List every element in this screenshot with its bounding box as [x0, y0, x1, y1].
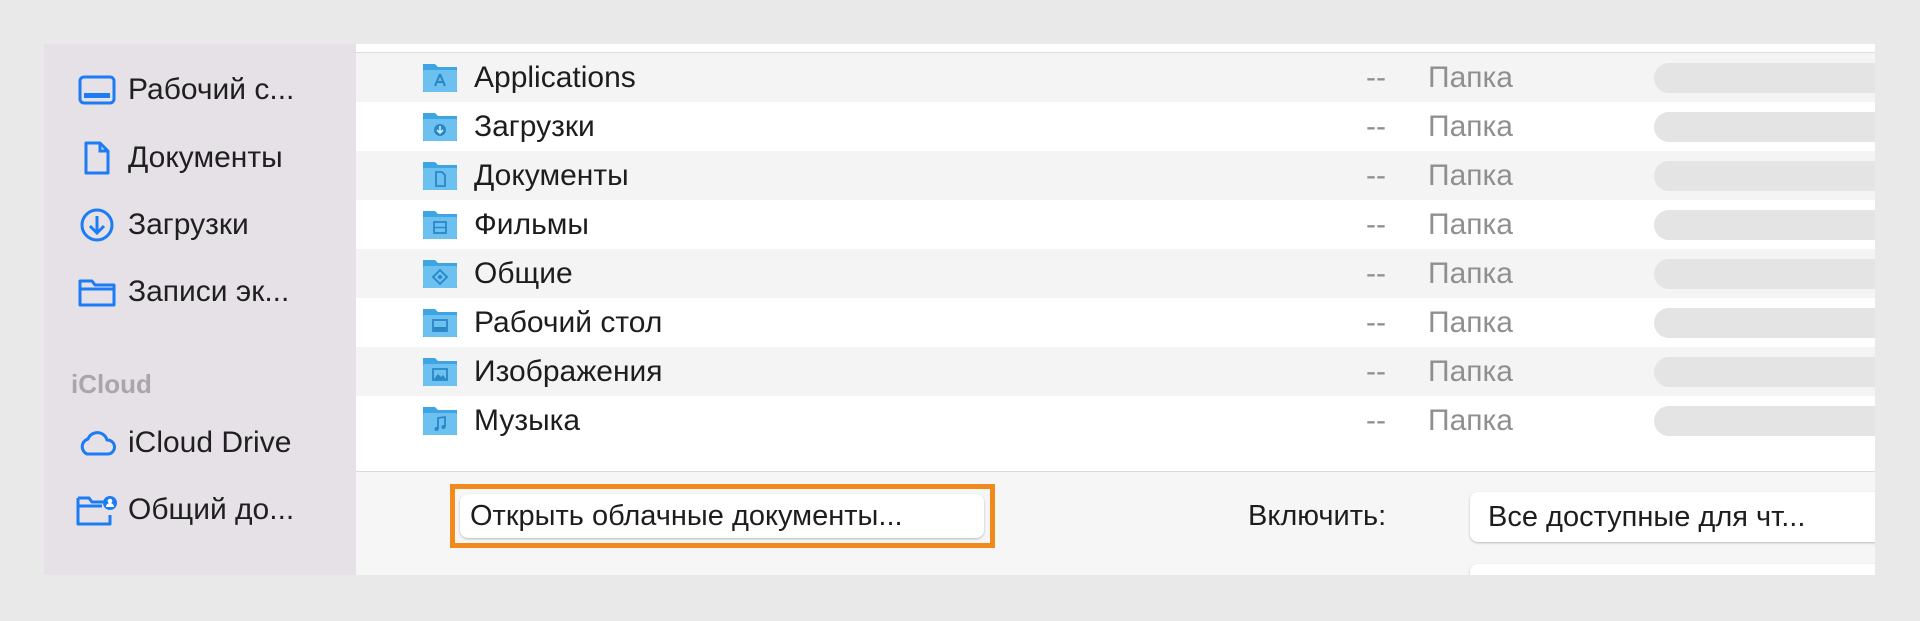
sidebar-section-icloud: iCloud	[71, 369, 152, 399]
file-list: Applications -- Папка Загрузки -- Папка …	[356, 44, 1875, 575]
date-placeholder	[1654, 308, 1875, 338]
shared-folder-icon	[76, 489, 118, 531]
sidebar-item-documents[interactable]: Документы	[76, 132, 283, 184]
file-row-public[interactable]: Общие -- Папка	[356, 249, 1875, 298]
open-cloud-documents-button[interactable]: Открыть облачные документы...	[460, 494, 984, 538]
document-icon	[76, 137, 118, 179]
file-size: --	[1366, 355, 1386, 388]
file-name: Рабочий стол	[474, 306, 663, 339]
file-size: --	[1366, 257, 1386, 290]
sidebar-item-label: Записи эк...	[128, 275, 290, 308]
date-placeholder	[1654, 210, 1875, 240]
file-kind: Папка	[1428, 306, 1513, 339]
format-select[interactable]	[1470, 564, 1875, 575]
sidebar-item-shared[interactable]: Общий до...	[76, 484, 294, 536]
date-placeholder	[1654, 406, 1875, 436]
file-row-music[interactable]: Музыка -- Папка	[356, 396, 1875, 445]
file-kind: Папка	[1428, 355, 1513, 388]
include-select[interactable]: Все доступные для чт...	[1470, 492, 1875, 542]
dialog-footer: Открыть облачные документы... Включить: …	[356, 471, 1875, 575]
file-size: --	[1366, 110, 1386, 143]
file-kind: Папка	[1428, 61, 1513, 94]
file-kind: Папка	[1428, 404, 1513, 437]
file-row-pictures[interactable]: Изображения -- Папка	[356, 347, 1875, 396]
folder-icon	[76, 271, 118, 313]
sidebar-item-desktop[interactable]: Рабочий с...	[76, 64, 294, 116]
sidebar-item-icloud-drive[interactable]: iCloud Drive	[76, 417, 291, 469]
applications-folder-icon	[422, 61, 458, 93]
date-placeholder	[1654, 259, 1875, 289]
file-row-downloads[interactable]: Загрузки -- Папка	[356, 102, 1875, 151]
file-size: --	[1366, 208, 1386, 241]
public-folder-icon	[422, 257, 458, 289]
file-name: Музыка	[474, 404, 581, 437]
sidebar-item-label: Документы	[128, 141, 283, 174]
include-select-value: Все доступные для чт...	[1488, 500, 1806, 533]
file-name: Applications	[474, 61, 636, 94]
file-name: Фильмы	[474, 208, 589, 241]
sidebar-item-label: Рабочий с...	[128, 73, 295, 106]
date-placeholder	[1654, 161, 1875, 191]
sidebar-item-screen-recordings[interactable]: Записи эк...	[76, 266, 289, 318]
sidebar-item-label: iCloud Drive	[128, 426, 292, 459]
include-label: Включить:	[1248, 500, 1387, 532]
downloads-folder-icon	[422, 110, 458, 142]
file-dialog-window: Рабочий с... Документы Загрузки Записи э…	[44, 44, 1875, 575]
file-kind: Папка	[1428, 110, 1513, 143]
music-folder-icon	[422, 404, 458, 436]
file-name: Общие	[474, 257, 573, 290]
movies-folder-icon	[422, 208, 458, 240]
desktop-icon	[76, 69, 118, 111]
file-name: Загрузки	[474, 110, 595, 143]
documents-folder-icon	[422, 159, 458, 191]
file-name: Документы	[474, 159, 629, 192]
sidebar-item-label: Общий до...	[128, 493, 295, 526]
date-placeholder	[1654, 63, 1875, 93]
date-placeholder	[1654, 357, 1875, 387]
file-row-documents[interactable]: Документы -- Папка	[356, 151, 1875, 200]
sidebar: Рабочий с... Документы Загрузки Записи э…	[44, 44, 356, 575]
cloud-icon	[76, 422, 118, 464]
file-name: Изображения	[474, 355, 663, 388]
file-size: --	[1366, 404, 1386, 437]
sidebar-item-label: Загрузки	[128, 208, 249, 241]
file-kind: Папка	[1428, 257, 1513, 290]
file-size: --	[1366, 306, 1386, 339]
file-row-applications[interactable]: Applications -- Папка	[356, 53, 1875, 102]
download-icon	[76, 204, 118, 246]
sidebar-item-downloads[interactable]: Загрузки	[76, 199, 249, 251]
pictures-folder-icon	[422, 355, 458, 387]
file-row-movies[interactable]: Фильмы -- Папка	[356, 200, 1875, 249]
file-size: --	[1366, 61, 1386, 94]
date-placeholder	[1654, 112, 1875, 142]
file-kind: Папка	[1428, 208, 1513, 241]
file-kind: Папка	[1428, 159, 1513, 192]
file-row-desktop[interactable]: Рабочий стол -- Папка	[356, 298, 1875, 347]
file-size: --	[1366, 159, 1386, 192]
desktop-folder-icon	[422, 306, 458, 338]
